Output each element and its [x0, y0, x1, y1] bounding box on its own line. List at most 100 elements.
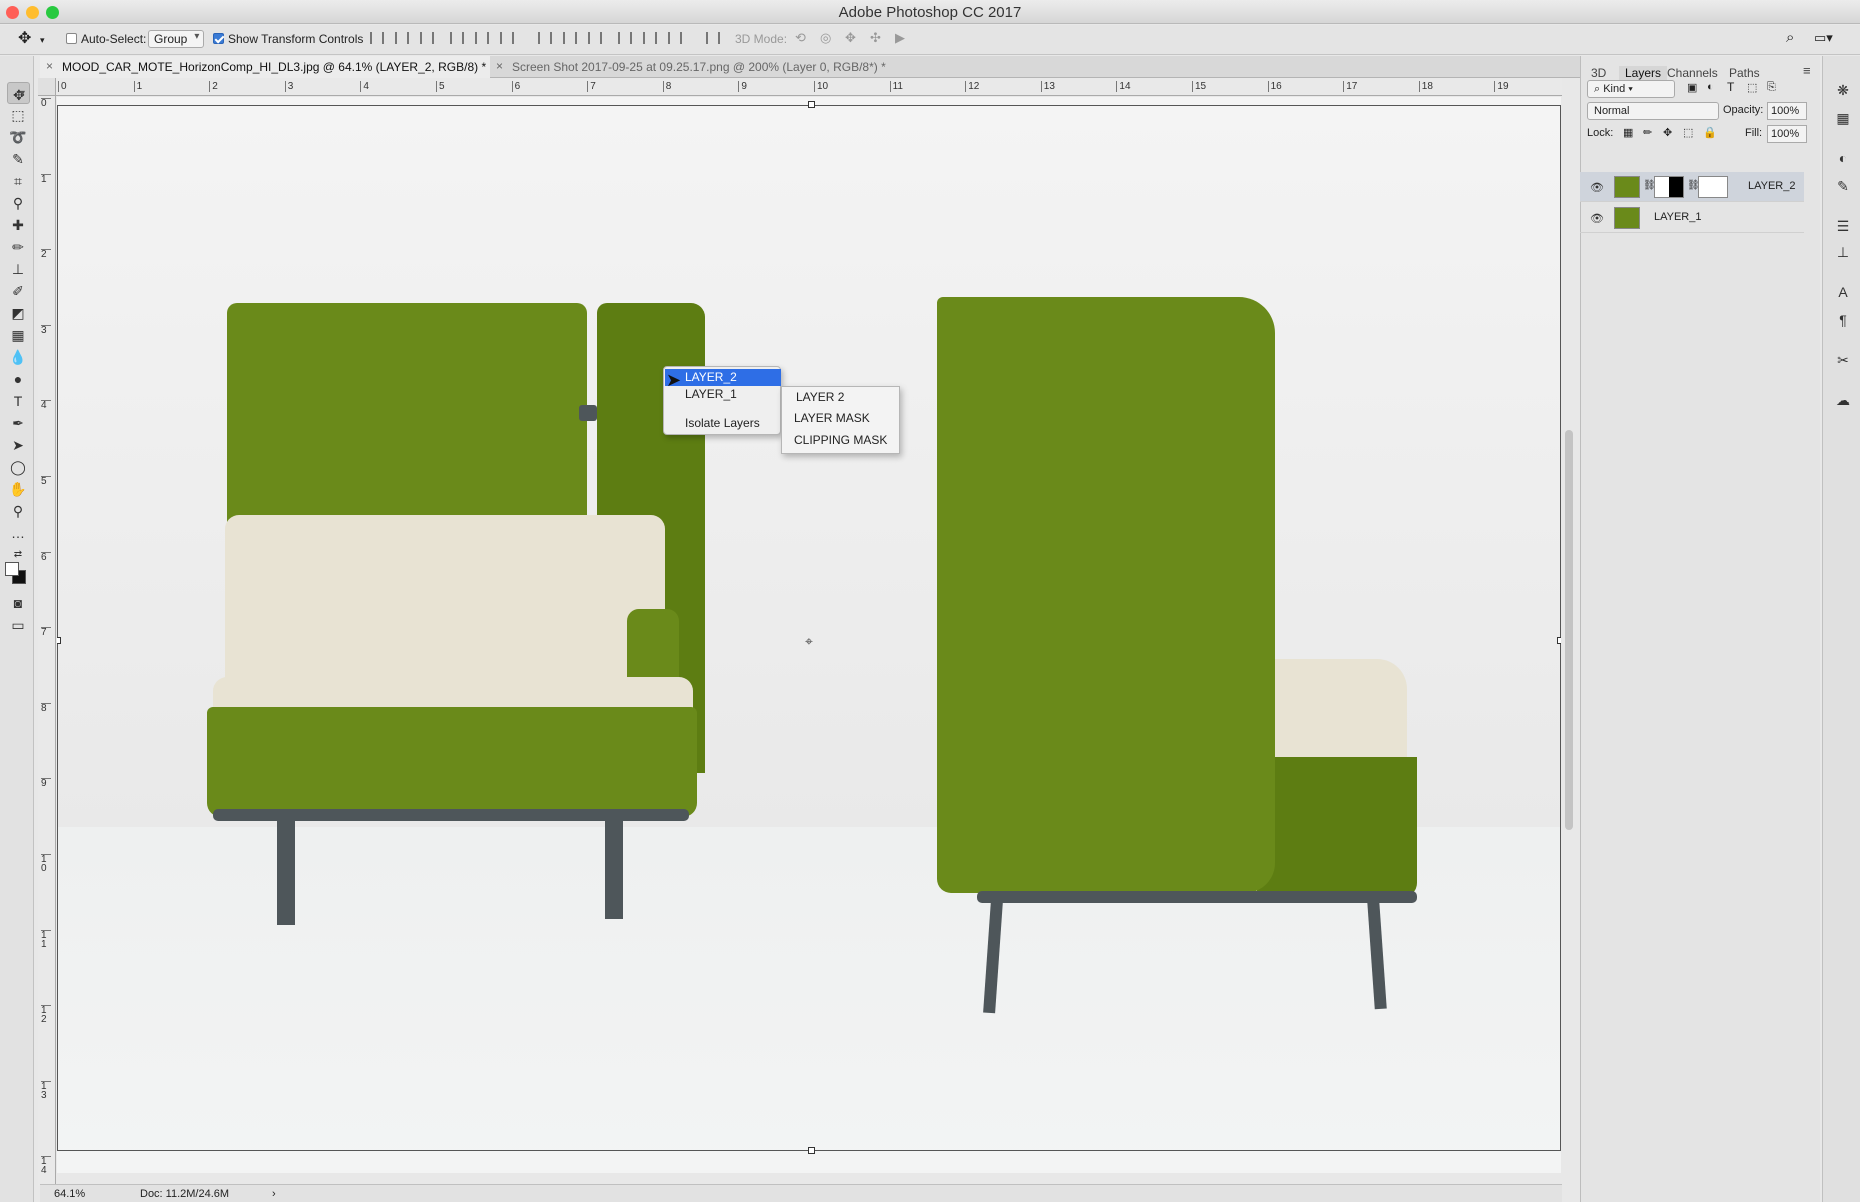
align-top-icon[interactable]	[370, 32, 384, 44]
submenu-item-layer-mask[interactable]: LAYER MASK	[794, 411, 870, 425]
status-info-arrow[interactable]: ›	[272, 1188, 276, 1200]
paragraph-panel-icon[interactable]: ¶	[1833, 310, 1853, 330]
quick-select-tool-icon[interactable]: ✎	[7, 148, 29, 170]
ellipse-tool-icon[interactable]: ◯	[7, 456, 29, 478]
eraser-tool-icon[interactable]: ◩	[7, 302, 29, 324]
layer-row-layer-2[interactable]: 👁 ⛓ ⛓ LAYER_2	[1580, 172, 1804, 202]
layer-thumbnail[interactable]	[1614, 176, 1640, 198]
filter-pixel-icon[interactable]: ▣	[1687, 81, 1697, 94]
3d-slide-icon[interactable]: ✣	[870, 30, 881, 46]
lock-all-icon[interactable]: 🔒	[1703, 126, 1717, 139]
crop-tool-icon[interactable]: ⌗	[7, 170, 29, 192]
grid-panel-icon[interactable]: ▦	[1833, 108, 1853, 128]
show-transform-toggle[interactable]: Show Transform Controls	[213, 32, 363, 46]
gradient-tool-icon[interactable]: ▦	[7, 324, 29, 346]
dodge-tool-icon[interactable]: ●	[7, 368, 29, 390]
creative-cloud-icon[interactable]: ☁	[1833, 390, 1853, 410]
tab-mood-car[interactable]: × MOOD_CAR_MOTE_HorizonComp_HI_DL3.jpg @…	[40, 56, 490, 78]
align-vcenter-icon[interactable]	[395, 32, 409, 44]
auto-select-dropdown[interactable]: Group	[148, 30, 205, 48]
3d-orbit-icon[interactable]: ⟲	[795, 30, 806, 46]
align-hcenter-icon[interactable]	[475, 32, 489, 44]
transform-bounding-box[interactable]	[57, 105, 1561, 1151]
lock-transparent-icon[interactable]: ▦	[1623, 126, 1633, 139]
canvas[interactable]: ⌖	[57, 97, 1561, 1173]
3d-panel-icon[interactable]: ❋	[1833, 80, 1853, 100]
zoom-level[interactable]: 64.1%	[54, 1188, 85, 1200]
blend-mode-dropdown[interactable]: Normal	[1587, 102, 1719, 120]
menu-item-isolate-layers[interactable]: Isolate Layers	[665, 415, 781, 432]
fill-input[interactable]: 100%	[1767, 125, 1807, 143]
quick-mask-icon[interactable]: ◙	[7, 592, 29, 614]
submenu-item-clipping-mask[interactable]: CLIPPING MASK	[794, 433, 887, 447]
align-left-icon[interactable]	[450, 32, 464, 44]
panel-menu-icon[interactable]: ≡	[1803, 63, 1811, 78]
lock-pixels-icon[interactable]: ✏	[1643, 126, 1652, 139]
move-tool-icon[interactable]: ✥	[7, 82, 30, 105]
tab-3d[interactable]: 3D	[1591, 66, 1606, 80]
workspace-icon[interactable]: ▭▾	[1814, 30, 1833, 46]
visibility-eye-icon[interactable]: 👁	[1590, 212, 1604, 225]
stamp-panel-icon[interactable]: ⊥	[1833, 242, 1853, 262]
tool-preset-chevron-icon[interactable]: ▾	[40, 35, 45, 46]
history-brush-icon[interactable]: ✐	[7, 280, 29, 302]
close-tab-icon[interactable]: ×	[46, 59, 53, 73]
hand-tool-icon[interactable]: ✋	[7, 478, 29, 500]
styles-panel-icon[interactable]: ✎	[1833, 176, 1853, 196]
auto-select-toggle[interactable]: Auto-Select:	[66, 32, 146, 46]
distribute-top-icon[interactable]	[538, 32, 552, 44]
ruler-origin[interactable]	[38, 78, 56, 96]
tab-layers[interactable]: Layers	[1619, 66, 1668, 80]
path-select-tool-icon[interactable]: ➤	[7, 434, 29, 456]
search-icon[interactable]: ⌕	[1786, 29, 1794, 46]
tab-paths[interactable]: Paths	[1729, 66, 1760, 80]
transform-handle-right[interactable]	[1557, 637, 1561, 644]
blur-tool-icon[interactable]: 💧	[7, 346, 29, 368]
opacity-input[interactable]: 100%	[1767, 102, 1807, 120]
filter-smart-object-icon[interactable]: ⎘	[1767, 81, 1776, 94]
show-transform-checkbox[interactable]	[213, 33, 224, 44]
reference-point-icon[interactable]: ⌖	[805, 633, 813, 650]
close-tab-icon[interactable]: ×	[496, 59, 503, 73]
auto-select-checkbox[interactable]	[66, 33, 77, 44]
healing-tool-icon[interactable]: ✚	[7, 214, 29, 236]
pen-tool-icon[interactable]: ✒	[7, 412, 29, 434]
3d-roll-icon[interactable]: ◎	[820, 30, 831, 46]
transform-handle-left[interactable]	[57, 637, 61, 644]
align-bottom-icon[interactable]	[420, 32, 434, 44]
distribute-right-icon[interactable]	[668, 32, 682, 44]
layer-name[interactable]: LAYER_2	[1748, 180, 1796, 192]
tab-screenshot[interactable]: × Screen Shot 2017-09-25 at 09.25.17.png…	[490, 56, 970, 78]
layer-row-layer-1[interactable]: 👁 LAYER_1	[1580, 203, 1804, 233]
layer-thumbnail[interactable]	[1614, 207, 1640, 229]
character-panel-icon[interactable]: A	[1833, 282, 1853, 302]
distribute-left-icon[interactable]	[618, 32, 632, 44]
lock-artboard-icon[interactable]: ⬚	[1683, 126, 1693, 139]
lasso-tool-icon[interactable]: ➰	[7, 126, 29, 148]
filter-adjustment-icon[interactable]: ◐	[1707, 81, 1714, 93]
layer-name[interactable]: LAYER_1	[1654, 211, 1702, 223]
properties-panel-icon[interactable]: ☰	[1833, 216, 1853, 236]
vector-mask-thumbnail[interactable]	[1698, 176, 1728, 198]
type-tool-icon[interactable]: T	[7, 390, 29, 412]
filter-shape-icon[interactable]: ⬚	[1747, 81, 1757, 94]
adjustments-panel-icon[interactable]: ◐	[1833, 148, 1853, 168]
layer-mask-thumbnail[interactable]	[1654, 176, 1684, 198]
menu-item-layer-1[interactable]: LAYER_1	[665, 386, 781, 403]
submenu-item-layer-2[interactable]: LAYER 2	[796, 390, 844, 404]
marquee-tool-icon[interactable]: ⬚	[7, 104, 29, 126]
transform-handle-bottom[interactable]	[808, 1147, 815, 1154]
eyedropper-tool-icon[interactable]: ⚲	[7, 192, 29, 214]
auto-align-icon[interactable]	[706, 32, 720, 44]
screen-mode-icon[interactable]: ▭	[7, 614, 29, 636]
stamp-tool-icon[interactable]: ⊥	[7, 258, 29, 280]
zoom-tool-icon[interactable]: ⚲	[7, 500, 29, 522]
transform-handle-top[interactable]	[808, 101, 815, 108]
tab-channels[interactable]: Channels	[1667, 66, 1718, 80]
more-tools-icon[interactable]: …	[7, 522, 29, 544]
distribute-bottom-icon[interactable]	[588, 32, 602, 44]
foreground-color-swatch[interactable]	[5, 562, 19, 576]
3d-scale-icon[interactable]: ▶	[895, 30, 905, 46]
move-tool-icon[interactable]: ✥	[18, 28, 31, 48]
align-right-icon[interactable]	[500, 32, 514, 44]
